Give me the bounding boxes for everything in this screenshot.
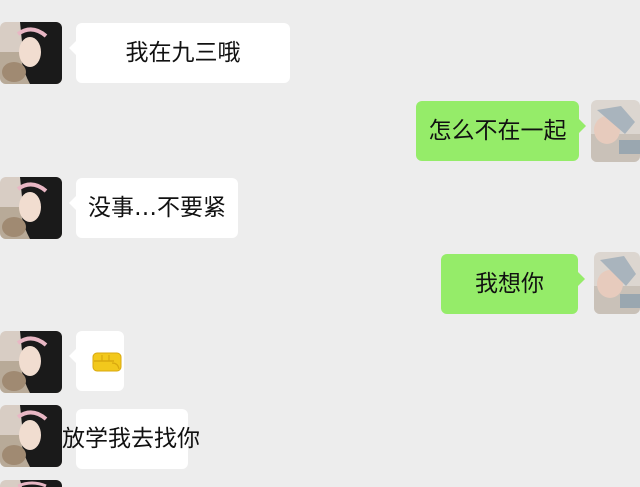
message-text: 放学我去找你 — [62, 426, 200, 452]
contact-avatar[interactable] — [0, 22, 62, 84]
contact-avatar[interactable] — [0, 177, 62, 239]
chat-area[interactable]: 我在九三哦 怎么不在一起 没事…不要紧 我想你 放学我去找你 — [0, 0, 640, 487]
message-bubble-incoming[interactable]: 放学我去找你 — [62, 409, 200, 469]
message-text: 我想你 — [475, 271, 544, 297]
contact-avatar[interactable] — [0, 480, 62, 487]
contact-avatar-image — [0, 480, 62, 487]
message-text: 没事…不要紧 — [88, 195, 226, 221]
my-avatar[interactable] — [591, 100, 640, 162]
my-avatar-image — [591, 100, 640, 162]
contact-avatar-image — [0, 405, 62, 467]
message-bubble-outgoing[interactable]: 怎么不在一起 — [416, 101, 586, 161]
contact-avatar-image — [0, 22, 62, 84]
message-bubble-incoming[interactable]: 我在九三哦 — [69, 23, 290, 83]
contact-avatar-image — [0, 177, 62, 239]
message-text: 我在九三哦 — [125, 40, 241, 66]
contact-avatar-image — [0, 331, 62, 393]
message-text: 怎么不在一起 — [428, 118, 567, 144]
my-avatar-image — [594, 252, 640, 314]
contact-avatar[interactable] — [0, 405, 62, 467]
fist-emoji-icon — [92, 352, 122, 372]
message-bubble-outgoing[interactable]: 我想你 — [441, 254, 585, 314]
message-bubble-incoming[interactable]: 没事…不要紧 — [69, 178, 238, 238]
message-bubble-incoming[interactable] — [69, 331, 124, 391]
contact-avatar[interactable] — [0, 331, 62, 393]
my-avatar[interactable] — [594, 252, 640, 314]
